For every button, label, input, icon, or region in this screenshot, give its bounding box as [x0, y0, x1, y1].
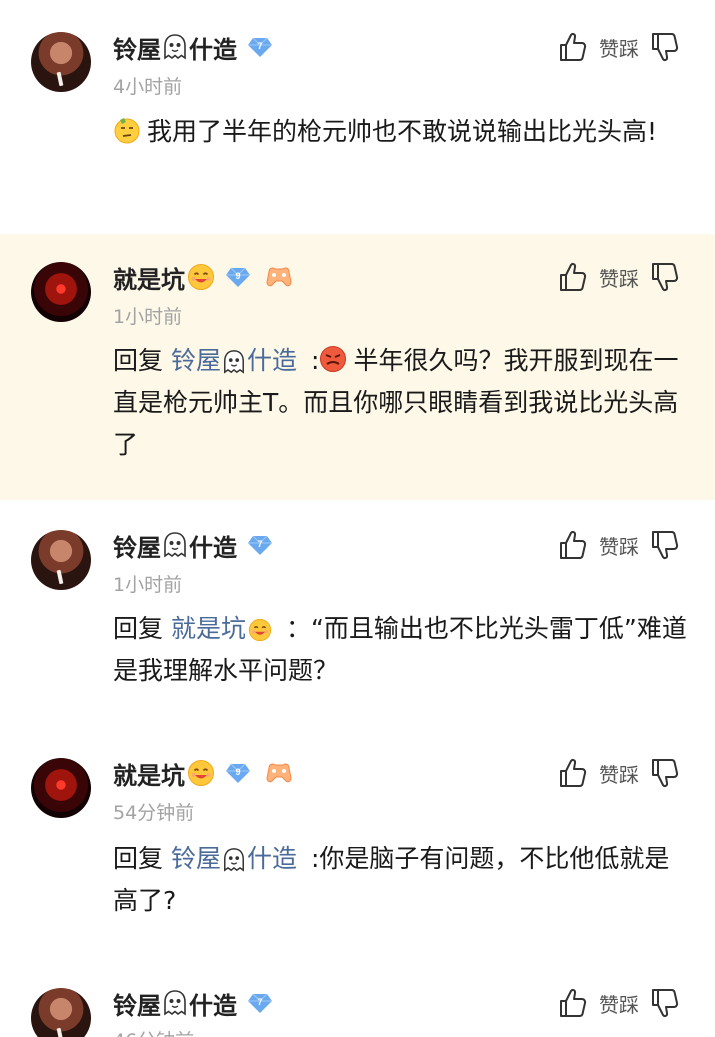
- vote-actions: 赞踩: [557, 985, 679, 1021]
- ghost-icon: [222, 349, 246, 375]
- level-badge: 7: [247, 34, 273, 60]
- comment-item: 就是坑 9 1小时前 赞踩 回复 铃屋 什造: 半年很久吗？我开服到现在一直是枪元帅…: [0, 234, 715, 500]
- comment-text: 回复 铃屋 什造: 半年很久吗？我开服到现在一直是枪元帅主T。而且你哪只眼睛看到我说…: [113, 345, 679, 459]
- username-text: 铃屋: [113, 35, 161, 64]
- mention-name: 铃屋: [170, 346, 221, 375]
- reply-word: 回复: [113, 844, 164, 873]
- vote-label: 赞踩: [599, 762, 639, 787]
- avatar[interactable]: [31, 758, 91, 818]
- level-badge: 7: [247, 990, 273, 1016]
- reply-word: 回复: [113, 346, 164, 375]
- svg-text:9: 9: [235, 271, 240, 281]
- comment-text: 回复 铃屋 什造:你是脑子有问题，不比他低就是高了?: [113, 838, 688, 922]
- username-text: 就是坑: [113, 761, 185, 790]
- username[interactable]: 就是坑 9: [113, 756, 293, 790]
- thumb-down-icon[interactable]: [649, 987, 679, 1019]
- avatar[interactable]: [31, 32, 91, 92]
- thumb-down-icon[interactable]: [649, 529, 679, 561]
- smile-icon: [187, 759, 215, 787]
- vote-label: 赞踩: [599, 36, 639, 61]
- svg-text:7: 7: [257, 539, 262, 549]
- thumb-up-icon[interactable]: [557, 261, 587, 293]
- vote-actions: 赞踩: [557, 755, 679, 791]
- ghost-icon: [162, 33, 188, 61]
- angry-emoji: [319, 345, 347, 373]
- smile-icon: [248, 617, 272, 643]
- level-badge: 9: [225, 264, 251, 290]
- vote-actions: 赞踩: [557, 259, 679, 295]
- thumb-up-icon[interactable]: [557, 757, 587, 789]
- reply-mention[interactable]: 铃屋 什造: [171, 844, 297, 873]
- username[interactable]: 铃屋 什造 7: [113, 986, 273, 1020]
- comment-item: 铃屋 什造 7 46分钟前 赞踩: [0, 960, 715, 1037]
- svg-text:7: 7: [257, 41, 262, 51]
- thumb-down-icon[interactable]: [649, 31, 679, 63]
- comment-body: 我用了半年的枪元帅也不敢说说输出比光头高!: [147, 117, 658, 146]
- thinking-emoji: [113, 116, 141, 144]
- avatar[interactable]: [31, 988, 91, 1037]
- vote-label: 赞踩: [599, 534, 639, 559]
- thumb-up-icon[interactable]: [557, 31, 587, 63]
- smile-icon: [187, 263, 215, 291]
- username-suffix: 什造: [189, 991, 237, 1020]
- avatar[interactable]: [31, 530, 91, 590]
- username-text: 铃屋: [113, 533, 161, 562]
- thumb-down-icon[interactable]: [649, 757, 679, 789]
- comment-item: 就是坑 9 54分钟前 赞踩 回复 铃屋 什造:你是脑子有问题，不比他低就是高了?: [0, 730, 715, 960]
- username[interactable]: 铃屋 什造 7: [113, 528, 273, 562]
- mention-name: 铃屋: [170, 844, 221, 873]
- username-suffix: 什造: [189, 533, 237, 562]
- mention-suffix: 什造: [246, 346, 297, 375]
- comment-item: 铃屋 什造 7 1小时前 赞踩 回复 就是坑 ：“而且输出也不比光头雷丁低”难道是…: [0, 500, 715, 730]
- vote-label: 赞踩: [599, 992, 639, 1017]
- username-text: 就是坑: [113, 265, 185, 294]
- level-badge: 9: [225, 760, 251, 786]
- svg-text:7: 7: [257, 997, 262, 1007]
- mention-name: 就是坑: [170, 614, 246, 643]
- reply-mention[interactable]: 就是坑: [171, 614, 272, 643]
- username[interactable]: 就是坑 9: [113, 260, 293, 294]
- timestamp: 1小时前: [113, 574, 183, 596]
- thumb-down-icon[interactable]: [649, 261, 679, 293]
- comment-item: 铃屋 什造 7 4小时前 赞踩 我用了半年的枪元帅也不敢说说输出比光头高!: [0, 0, 715, 232]
- vote-actions: 赞踩: [557, 527, 679, 563]
- thumb-up-icon[interactable]: [557, 529, 587, 561]
- username[interactable]: 铃屋 什造 7: [113, 30, 273, 64]
- vote-actions: 赞踩: [557, 29, 679, 65]
- reply-mention[interactable]: 铃屋 什造: [171, 346, 297, 375]
- timestamp: 54分钟前: [113, 802, 195, 824]
- game-badge-icon: [265, 264, 293, 290]
- timestamp: 46分钟前: [113, 1026, 194, 1037]
- level-badge: 7: [247, 532, 273, 558]
- timestamp: 4小时前: [113, 76, 183, 98]
- svg-text:9: 9: [235, 767, 240, 777]
- ghost-icon: [222, 847, 246, 873]
- comment-text: 回复 就是坑 ：“而且输出也不比光头雷丁低”难道是我理解水平问题？: [113, 608, 688, 692]
- game-badge-icon: [265, 760, 293, 786]
- reply-word: 回复: [113, 614, 164, 643]
- ghost-icon: [162, 989, 188, 1017]
- mention-suffix: 什造: [246, 844, 297, 873]
- vote-label: 赞踩: [599, 266, 639, 291]
- comment-text: 我用了半年的枪元帅也不敢说说输出比光头高!: [113, 111, 688, 153]
- timestamp: 1小时前: [113, 306, 183, 328]
- thumb-up-icon[interactable]: [557, 987, 587, 1019]
- username-suffix: 什造: [189, 35, 237, 64]
- ghost-icon: [162, 531, 188, 559]
- username-text: 铃屋: [113, 991, 161, 1020]
- avatar[interactable]: [31, 262, 91, 322]
